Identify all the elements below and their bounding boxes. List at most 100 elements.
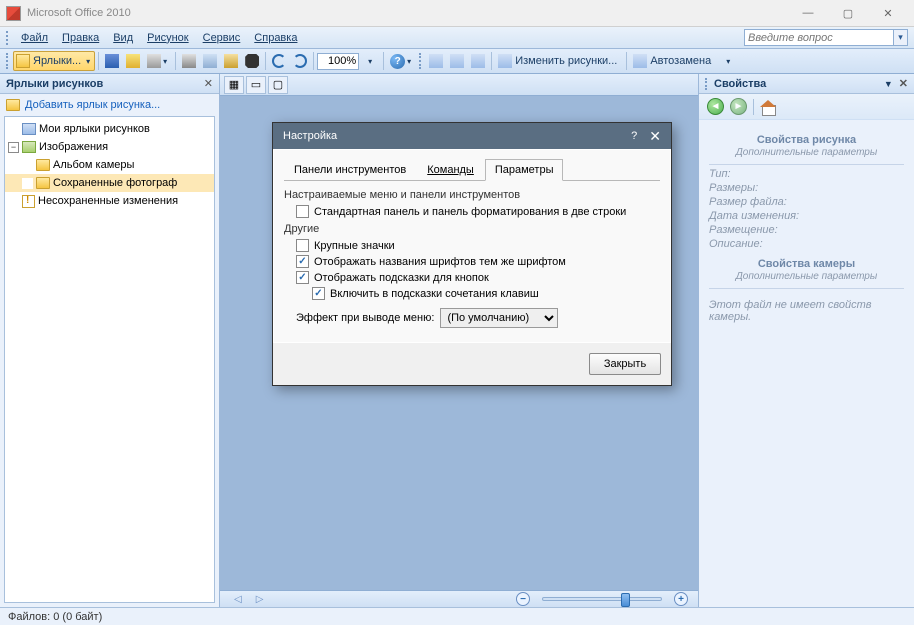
autoreplace-text: Автозамена	[647, 55, 714, 67]
props-handle[interactable]	[705, 78, 709, 90]
properties-title: Свойства	[714, 78, 766, 90]
labels-button[interactable]: Ярлыки... ▾	[13, 51, 95, 71]
tree-item-saved[interactable]: Сохраненные фотограф	[5, 174, 214, 192]
main-toolbar: Ярлыки... ▾ ▾ ▾ ?▾ Изменить рисунки... А…	[0, 49, 914, 74]
print-button[interactable]: ▾	[144, 51, 172, 71]
copy-button[interactable]	[200, 51, 220, 71]
view-filmstrip-button[interactable]: ▭	[246, 76, 266, 94]
status-bar: Файлов: 0 (0 байт)	[0, 607, 914, 625]
menu-service[interactable]: Сервис	[196, 30, 248, 46]
checkbox-icon	[296, 205, 309, 218]
home-icon[interactable]	[760, 100, 776, 114]
zoom-input[interactable]	[317, 53, 359, 70]
autoreplace-button[interactable]: Автозамена	[630, 51, 717, 71]
ask-question-input[interactable]	[744, 29, 894, 46]
close-properties-button[interactable]: ✕	[899, 77, 908, 90]
checkbox-shortcuts[interactable]: Включить в подсказки сочетания клавиш	[312, 287, 660, 300]
autoreplace-icon	[633, 54, 647, 68]
dialog-close-button[interactable]: ✕	[649, 128, 661, 145]
view-single-button[interactable]: ▢	[268, 76, 288, 94]
next-arrow[interactable]: ▷	[252, 594, 268, 605]
checkbox-two-rows[interactable]: Стандартная панель и панель форматирован…	[296, 205, 660, 218]
tool-button-3[interactable]	[468, 51, 488, 71]
chevron-down-icon: ▾	[724, 57, 732, 66]
dialog-tabs: Панели инструментов Команды Параметры	[284, 158, 660, 181]
delete-icon	[245, 54, 259, 68]
undo-button[interactable]	[269, 51, 289, 71]
prop-size: Размеры:	[709, 182, 904, 194]
menu-edit[interactable]: Правка	[55, 30, 106, 46]
tree-item-unsaved[interactable]: Несохраненные изменения	[5, 192, 214, 210]
add-shortcut-link[interactable]: Добавить ярлык рисунка...	[0, 94, 219, 116]
tool-button-2[interactable]	[447, 51, 467, 71]
checkbox-label: Крупные значки	[314, 240, 395, 252]
section-picture-extra-link[interactable]: Дополнительные параметры	[709, 147, 904, 158]
zoom-slider[interactable]	[542, 597, 662, 601]
tree-label: Мои ярлыки рисунков	[39, 123, 150, 135]
dialog-titlebar[interactable]: Настройка ? ✕	[273, 123, 671, 149]
toolbar-handle-1[interactable]	[6, 53, 10, 69]
tree-item-images[interactable]: − Изображения	[5, 138, 214, 156]
ask-question-dropdown[interactable]: ▾	[894, 29, 908, 46]
view-thumbnails-button[interactable]: ▦	[224, 76, 244, 94]
zoom-slider-thumb[interactable]	[621, 593, 630, 607]
checkbox-font-names[interactable]: Отображать названия шрифтов тем же шрифт…	[296, 255, 660, 268]
tab-commands[interactable]: Команды	[417, 159, 484, 181]
properties-body: Свойства рисунка Дополнительные параметр…	[699, 120, 914, 607]
separator	[313, 52, 314, 70]
minimize-button[interactable]: —	[788, 3, 828, 23]
checkbox-icon	[296, 271, 309, 284]
chevron-down-icon: ▾	[84, 57, 92, 66]
close-left-pane-button[interactable]: ✕	[204, 77, 213, 90]
section-picture-title: Свойства рисунка	[709, 134, 904, 146]
checkbox-tooltips[interactable]: Отображать подсказки для кнопок	[296, 271, 660, 284]
chevron-down-icon: ▾	[366, 57, 374, 66]
zoom-dropdown[interactable]: ▾	[360, 51, 380, 71]
menu-picture[interactable]: Рисунок	[140, 30, 196, 46]
tree-label: Сохраненные фотограф	[53, 177, 177, 189]
properties-dropdown[interactable]: ▼	[884, 79, 893, 89]
section-camera-extra-link[interactable]: Дополнительные параметры	[709, 271, 904, 282]
folder-icon	[36, 177, 50, 189]
menubar-handle[interactable]	[6, 31, 10, 45]
separator	[175, 52, 176, 70]
toolbar-handle-2[interactable]	[419, 53, 423, 69]
tab-toolbars[interactable]: Панели инструментов	[284, 159, 416, 181]
zoom-out-button[interactable]: −	[516, 592, 530, 606]
dialog-help-button[interactable]: ?	[631, 130, 637, 142]
prev-arrow[interactable]: ◁	[230, 594, 246, 605]
checkbox-large-icons[interactable]: Крупные значки	[296, 239, 660, 252]
tree-collapse-button[interactable]: −	[8, 142, 19, 153]
cut-button[interactable]	[179, 51, 199, 71]
paste-button[interactable]	[221, 51, 241, 71]
print-icon	[147, 54, 161, 68]
chevron-down-icon: ▾	[161, 57, 169, 66]
right-pane: Свойства ▼ ✕ ◄ ► Свойства рисунка Дополн…	[698, 74, 914, 607]
tab-parameters[interactable]: Параметры	[485, 159, 564, 181]
edit-pictures-button[interactable]: Изменить рисунки...	[495, 51, 623, 71]
delete-button[interactable]	[242, 51, 262, 71]
separator	[265, 52, 266, 70]
tool-button-1[interactable]	[426, 51, 446, 71]
zoom-in-button[interactable]: +	[674, 592, 688, 606]
close-button[interactable]: Закрыть	[589, 353, 661, 375]
nav-forward-button[interactable]: ►	[730, 98, 747, 115]
prop-location: Размещение:	[709, 224, 904, 236]
redo-button[interactable]	[290, 51, 310, 71]
menu-help[interactable]: Справка	[247, 30, 304, 46]
save-button[interactable]	[102, 51, 122, 71]
menu-effect-select[interactable]: (По умолчанию)	[440, 308, 558, 328]
tool-icon	[429, 54, 443, 68]
nav-back-button[interactable]: ◄	[707, 98, 724, 115]
menu-view[interactable]: Вид	[106, 30, 140, 46]
my-labels-icon	[22, 123, 36, 135]
tree-item-camera[interactable]: Альбом камеры	[5, 156, 214, 174]
mail-button[interactable]	[123, 51, 143, 71]
maximize-button[interactable]: ▢	[828, 3, 868, 23]
toolbar-overflow[interactable]: ▾	[718, 51, 738, 71]
menu-file[interactable]: Файл	[14, 30, 55, 46]
tree-item-my-labels[interactable]: Мои ярлыки рисунков	[5, 120, 214, 138]
separator	[98, 52, 99, 70]
help-button[interactable]: ?▾	[387, 51, 416, 71]
close-window-button[interactable]: ✕	[868, 3, 908, 23]
